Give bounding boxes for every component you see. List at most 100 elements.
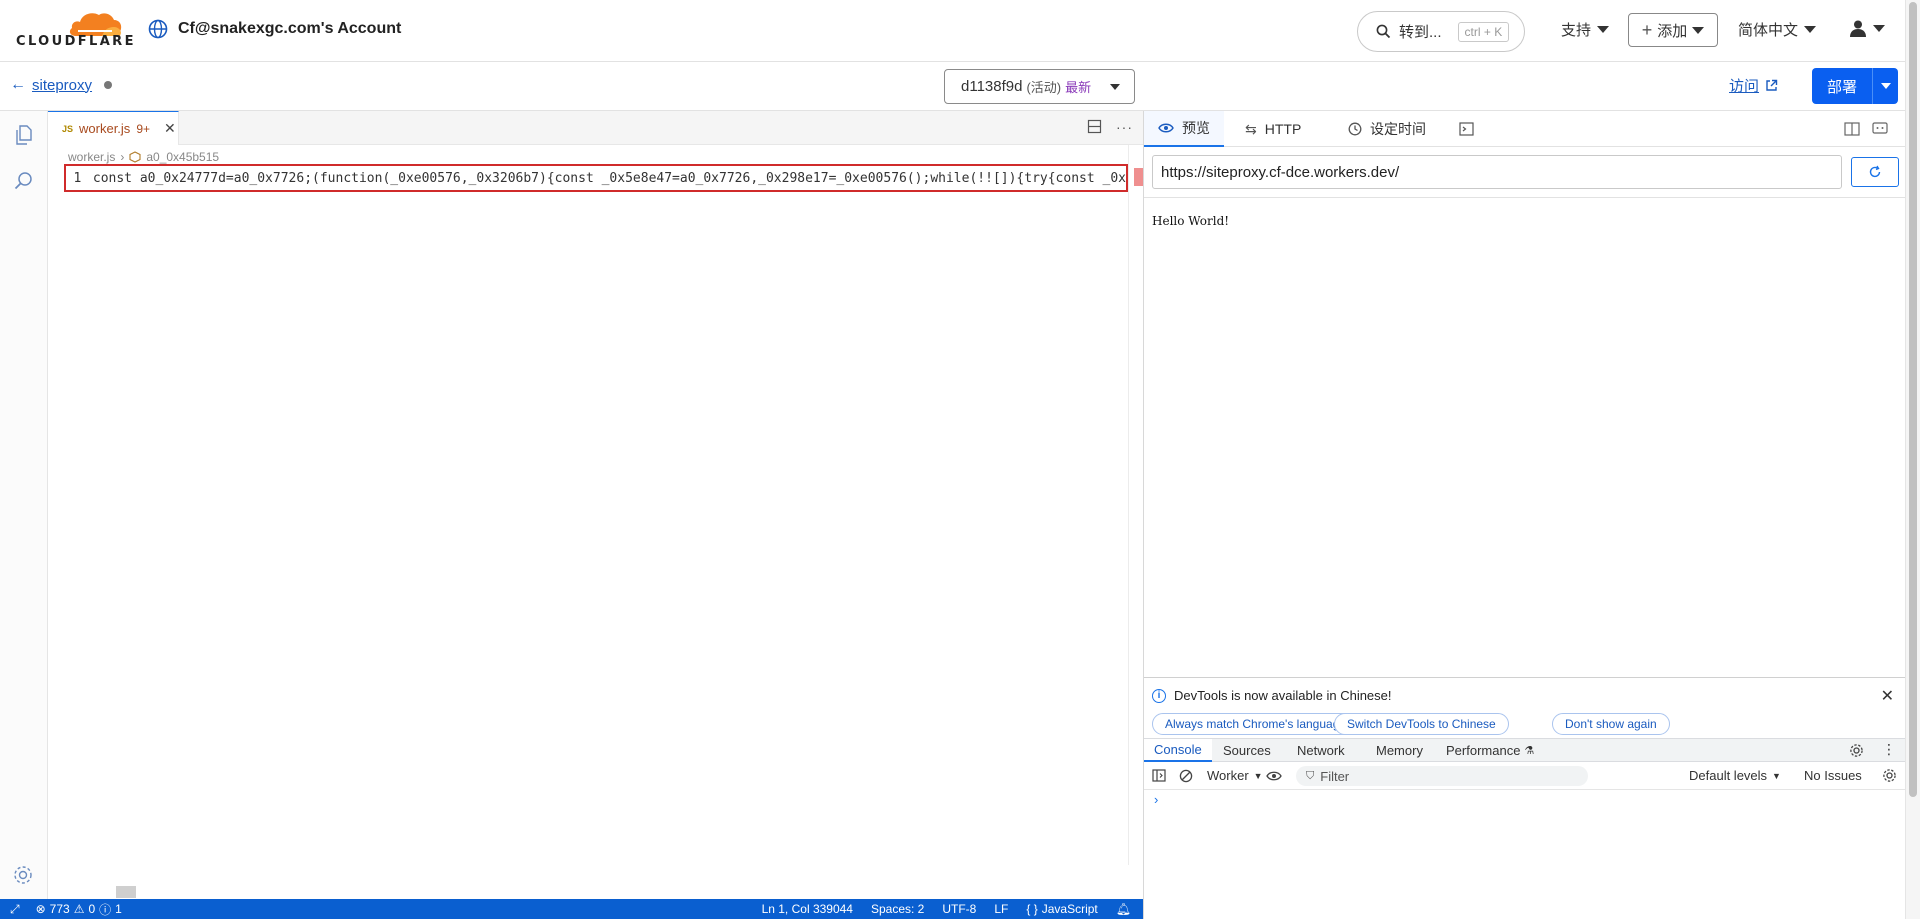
add-label: 添加 bbox=[1657, 22, 1688, 40]
triangle-down-icon: ▼ bbox=[1253, 770, 1263, 781]
sidebar-toggle-icon[interactable] bbox=[1152, 769, 1166, 782]
context-selector[interactable]: Worker ▼ bbox=[1207, 768, 1263, 783]
context-label: Worker bbox=[1207, 768, 1249, 783]
explorer-icon[interactable] bbox=[12, 123, 36, 147]
logo-wordmark: CLOUDFLARE bbox=[16, 34, 136, 49]
console-filter-input[interactable]: ⛉ Filter bbox=[1296, 766, 1588, 786]
language-mode[interactable]: { } JavaScript bbox=[1026, 902, 1097, 916]
error-marker bbox=[1134, 168, 1143, 186]
tab-schedule[interactable]: 设定时间 bbox=[1334, 111, 1440, 147]
scrollbar-thumb[interactable] bbox=[1909, 2, 1917, 797]
language-menu[interactable]: 简体中文 bbox=[1738, 19, 1817, 40]
tab-filename: worker.js bbox=[79, 121, 131, 136]
quick-search[interactable]: 转到... ctrl + K bbox=[1357, 11, 1525, 52]
code-text[interactable]: const a0_0x24777d=a0_0x7726;(function(_0… bbox=[89, 171, 1126, 186]
always-match-language-button[interactable]: Always match Chrome's language bbox=[1152, 713, 1360, 735]
deploy-dropdown[interactable] bbox=[1873, 83, 1898, 89]
search-icon[interactable] bbox=[12, 169, 36, 193]
tab-sources[interactable]: Sources bbox=[1213, 739, 1281, 762]
more-actions-icon[interactable]: ··· bbox=[1116, 119, 1133, 135]
tab-terminal[interactable] bbox=[1445, 111, 1488, 147]
add-button[interactable]: + 添加 bbox=[1628, 13, 1718, 47]
back-link[interactable]: ← siteproxy bbox=[10, 76, 113, 94]
version-status: (活动) bbox=[1026, 80, 1062, 95]
chevron-down-icon bbox=[1880, 83, 1891, 89]
arrows-exchange-icon: ⇆ bbox=[1245, 120, 1257, 137]
preview-pane: 预览 ⇆ HTTP 设定时间 https://siteproxy.cf-dce.… bbox=[1143, 111, 1906, 919]
end-of-line[interactable]: LF bbox=[994, 902, 1008, 916]
preview-frame[interactable]: Hello World! bbox=[1144, 197, 1906, 670]
cursor-position[interactable]: Ln 1, Col 339044 bbox=[762, 902, 853, 916]
settings-gear-icon[interactable] bbox=[1849, 743, 1864, 758]
editor-actions: ··· bbox=[1087, 119, 1133, 135]
log-levels-dropdown[interactable]: Default levels ▼ bbox=[1689, 768, 1781, 783]
chevron-down-icon bbox=[1804, 26, 1817, 33]
version-selector[interactable]: d1138f9d (活动) 最新 bbox=[944, 69, 1135, 104]
globe-icon bbox=[148, 19, 168, 39]
split-editor-icon[interactable] bbox=[1087, 119, 1102, 134]
worker-name[interactable]: siteproxy bbox=[32, 77, 92, 94]
switch-to-chinese-button[interactable]: Switch DevTools to Chinese bbox=[1334, 713, 1509, 735]
tab-performance-label: Performance bbox=[1446, 743, 1521, 758]
preview-tabs: 预览 ⇆ HTTP 设定时间 bbox=[1144, 111, 1905, 147]
indentation[interactable]: Spaces: 2 bbox=[871, 902, 924, 916]
cloudflare-logo[interactable]: CLOUDFLARE bbox=[16, 10, 133, 50]
symbol-icon bbox=[129, 151, 141, 163]
breadcrumb-symbol[interactable]: a0_0x45b515 bbox=[146, 150, 219, 164]
visit-link[interactable]: 访问 bbox=[1729, 75, 1778, 96]
user-menu[interactable] bbox=[1849, 19, 1885, 37]
refresh-button[interactable] bbox=[1851, 157, 1899, 187]
console-output[interactable]: › bbox=[1144, 790, 1906, 890]
top-bar: CLOUDFLARE Cf@snakexgc.com's Account 转到.… bbox=[0, 0, 1920, 62]
clock-icon bbox=[1348, 122, 1362, 136]
deploy-button[interactable]: 部署 bbox=[1812, 68, 1898, 104]
more-vertical-icon[interactable]: ⋮ bbox=[1882, 741, 1896, 758]
page-scrollbar[interactable] bbox=[1905, 0, 1920, 919]
plus-icon: + bbox=[1641, 19, 1653, 40]
horizontal-scrollbar[interactable] bbox=[116, 886, 136, 898]
account-switcher[interactable]: Cf@snakexgc.com's Account bbox=[148, 19, 401, 39]
settings-gear-icon[interactable] bbox=[11, 863, 35, 887]
line-number: 1 bbox=[73, 170, 82, 186]
editor-overview-ruler[interactable] bbox=[1128, 145, 1143, 865]
issues-count[interactable]: No Issues bbox=[1804, 768, 1862, 783]
tab-performance[interactable]: Performance ⚗ bbox=[1436, 739, 1544, 762]
dont-show-again-button[interactable]: Don't show again bbox=[1552, 713, 1670, 735]
breadcrumb-file[interactable]: worker.js bbox=[68, 150, 115, 164]
language-label: JavaScript bbox=[1041, 902, 1098, 916]
eye-icon[interactable] bbox=[1266, 770, 1282, 782]
tab-problem-count: 9+ bbox=[136, 121, 150, 136]
support-menu[interactable]: 支持 bbox=[1561, 19, 1610, 40]
code-line-highlighted[interactable]: 1 const a0_0x24777d=a0_0x7726;(function(… bbox=[64, 164, 1128, 192]
tab-preview-label: 预览 bbox=[1182, 120, 1210, 136]
refresh-icon bbox=[1869, 165, 1881, 178]
user-icon bbox=[1850, 20, 1866, 37]
split-layout-icon[interactable] bbox=[1844, 122, 1860, 136]
chevron-down-icon bbox=[1873, 24, 1885, 32]
tab-network[interactable]: Network bbox=[1287, 739, 1355, 762]
encoding[interactable]: UTF-8 bbox=[942, 902, 976, 916]
preview-body-text: Hello World! bbox=[1152, 214, 1230, 228]
preview-url-input[interactable]: https://siteproxy.cf-dce.workers.dev/ bbox=[1152, 155, 1842, 189]
close-icon[interactable]: ✕ bbox=[164, 120, 176, 137]
settings-gear-icon[interactable] bbox=[1882, 768, 1897, 783]
account-name: Cf@snakexgc.com's Account bbox=[178, 20, 402, 37]
javascript-file-icon: JS bbox=[62, 123, 74, 134]
info-icon: ⓘ bbox=[99, 902, 112, 917]
tab-memory[interactable]: Memory bbox=[1366, 739, 1433, 762]
error-count: 773 bbox=[49, 902, 70, 916]
remote-icon[interactable]: ⤢ bbox=[10, 902, 20, 917]
clear-console-icon[interactable] bbox=[1179, 769, 1193, 783]
problems-indicator[interactable]: ⊗ 773 ⚠ 0 ⓘ 1 bbox=[36, 901, 122, 918]
log-levels-label: Default levels bbox=[1689, 768, 1768, 783]
bell-icon[interactable]: 🔔︎ bbox=[1116, 902, 1131, 916]
tab-console[interactable]: Console bbox=[1144, 739, 1212, 762]
tab-http[interactable]: ⇆ HTTP bbox=[1231, 111, 1315, 147]
tab-preview[interactable]: 预览 bbox=[1144, 111, 1224, 147]
support-label: 支持 bbox=[1561, 22, 1592, 39]
devtools-toggle-icon[interactable] bbox=[1872, 122, 1888, 136]
tab-worker-js[interactable]: JS worker.js 9+ ✕ bbox=[48, 111, 179, 145]
external-link-icon bbox=[1766, 79, 1778, 91]
visit-label: 访问 bbox=[1729, 78, 1760, 95]
close-icon[interactable]: ✕ bbox=[1881, 686, 1894, 706]
